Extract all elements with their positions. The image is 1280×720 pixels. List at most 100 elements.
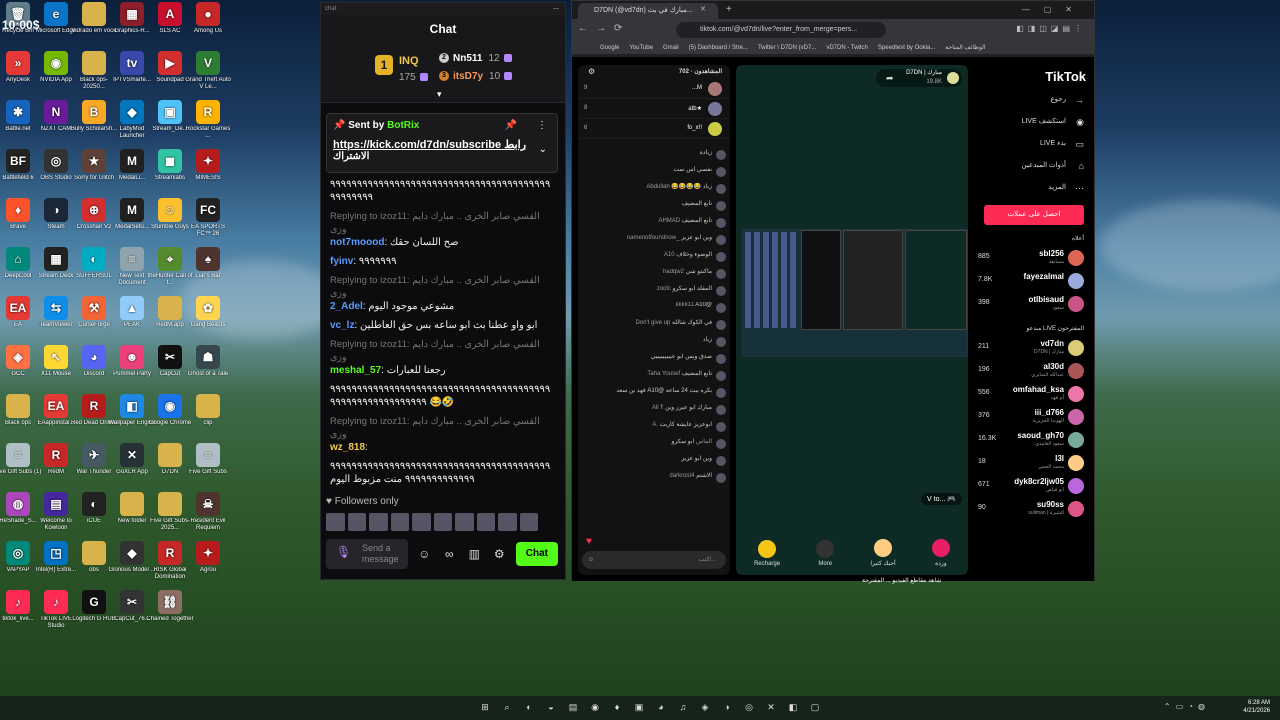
tiktok-chat-user[interactable]: zoolc <box>657 286 671 292</box>
top-viewer-row[interactable]: 8 atb★ <box>578 99 730 119</box>
desktop-icon[interactable]: ☠ Resident Evil Requiem <box>184 492 232 540</box>
avatar[interactable] <box>716 150 726 160</box>
desktop-icon[interactable]: ☗ Ghost of a Tale <box>184 345 232 393</box>
tiktok-logo[interactable]: TikTok <box>976 65 1092 89</box>
bookmark-item[interactable]: الوظائف المتاحة <box>945 41 985 54</box>
earn-coins-button[interactable]: احصل على عملات <box>984 205 1084 225</box>
close-icon[interactable]: — <box>553 3 559 15</box>
taskbar-app-icon[interactable]: ▢ <box>808 700 822 714</box>
taskbar-app-icon[interactable]: ◕ <box>654 700 668 714</box>
desktop-icon[interactable]: ✦ MIMESIS <box>184 149 232 197</box>
message-username[interactable]: 2_Adel <box>330 301 363 312</box>
taskbar-app-icon[interactable]: ◧ <box>786 700 800 714</box>
avatar[interactable] <box>716 388 726 398</box>
tiktok-chat-user[interactable]: namenotfoundnow_ <box>627 235 680 241</box>
bookmark-item[interactable]: (5) Dashboard / Stre... <box>689 41 748 54</box>
avatar[interactable] <box>390 513 409 531</box>
avatar[interactable] <box>716 269 726 279</box>
more-options-icon[interactable]: ⋮ <box>537 120 547 131</box>
taskbar-app-icon[interactable]: ◒ <box>544 700 558 714</box>
avatar[interactable] <box>455 513 474 531</box>
bookmark-item[interactable]: YouTube <box>629 41 653 54</box>
taskbar-app-icon[interactable]: ▤ <box>566 700 580 714</box>
account-row[interactable]: 885 sbl256 مسابقة <box>976 246 1092 269</box>
desktop-icon[interactable]: ● Among Us <box>184 2 232 50</box>
tiktok-chat-user[interactable]: Abdullah <box>646 184 669 190</box>
avatar[interactable] <box>716 252 726 262</box>
desktop-icon[interactable]: ✦ Agrou <box>184 541 232 589</box>
new-tab-icon[interactable]: + <box>726 1 732 19</box>
taskbar-app-icon[interactable]: ⊞ <box>478 700 492 714</box>
account-row[interactable]: 211 vd7dn D7DN | مبارك <box>976 336 1092 359</box>
bookmark-item[interactable]: Speedtest by Ookla... <box>878 41 935 54</box>
avatar[interactable] <box>716 422 726 432</box>
bookmark-item[interactable]: Twitter \ D7DN (vD7... <box>758 41 816 54</box>
share-icon[interactable]: ➦ <box>886 73 894 84</box>
bot-name[interactable]: BotRix <box>387 120 419 131</box>
taskbar-clock[interactable]: 6:28 AM 4/21/2026 <box>1243 699 1270 715</box>
avatar[interactable] <box>716 337 726 347</box>
store-icon[interactable]: ▥ <box>466 547 483 561</box>
tab-tiktok-live[interactable]: D7DN (@vd7dn) مبارك في بث... <box>578 3 718 19</box>
account-row[interactable]: 556 omfahad_ksa أم فهد <box>976 382 1092 405</box>
tiktok-chat-user[interactable]: AHMAD <box>658 218 680 224</box>
taskbar-app-icon[interactable]: ◎ <box>742 700 756 714</box>
emoji-icon[interactable]: ☺ <box>588 551 594 569</box>
avatar[interactable] <box>716 439 726 449</box>
avatar[interactable] <box>716 218 726 228</box>
chevron-down-icon[interactable]: ▾ <box>437 89 442 100</box>
tiktok-chat-user[interactable]: Ali <box>652 405 659 411</box>
taskbar-app-icon[interactable]: ♫ <box>676 700 690 714</box>
avatar[interactable] <box>369 513 388 531</box>
taskbar-app-icon[interactable]: ◑ <box>720 700 734 714</box>
tiktok-chat-user[interactable]: darkrost4 <box>669 473 694 479</box>
avatar[interactable] <box>716 405 726 415</box>
taskbar-app-icon[interactable]: ⌕ <box>500 700 514 714</box>
mic-icon[interactable]: 🎙 <box>336 546 351 558</box>
sidebar-item[interactable]: المزيد ⋯ <box>976 177 1092 199</box>
avatar[interactable] <box>326 513 345 531</box>
close-tab-icon[interactable]: ✕ <box>700 1 706 19</box>
live-badge[interactable]: V to... 🎮 <box>921 493 962 505</box>
tiktok-chat-user[interactable]: A10 <box>664 252 675 258</box>
tiktok-chat-user[interactable]: Don't give up <box>636 320 671 326</box>
unpin-icon[interactable]: 📌 <box>505 120 517 131</box>
desktop-icon[interactable]: V Grand Theft Auto V Le... <box>184 51 232 99</box>
gift-item[interactable]: Recharge <box>754 540 780 567</box>
nav-buttons[interactable]: ←→⟳ <box>578 23 630 34</box>
top-viewer-row[interactable]: 6 fo_x!! <box>578 119 730 139</box>
account-row[interactable]: 376 iii_d766 الهوندا الحزيرية <box>976 405 1092 428</box>
gift-item[interactable]: More <box>816 540 835 567</box>
desktop-icon[interactable]: ♠ Liar's Bar <box>184 247 232 295</box>
avatar[interactable] <box>476 513 495 531</box>
avatar[interactable] <box>716 184 726 194</box>
tiktok-chat-user[interactable]: kkkk11 <box>676 302 694 308</box>
account-row[interactable]: 671 dyk8cr2ljw05 ابو فياض <box>976 474 1092 497</box>
message-username[interactable]: wz_818 <box>330 442 365 453</box>
send-chat-button[interactable]: Chat <box>515 542 558 566</box>
gear-icon[interactable]: ⚙ <box>491 547 508 561</box>
desktop-icon[interactable]: ≡ Five Gift Subs <box>184 443 232 491</box>
leader-1-name[interactable]: INQ <box>399 55 419 67</box>
desktop-icon[interactable]: clip <box>184 394 232 442</box>
taskbar-app-icon[interactable]: ◉ <box>588 700 602 714</box>
gift-item[interactable]: وردة <box>931 539 950 567</box>
desktop-icon[interactable]: R Rockstar Games ... <box>184 100 232 148</box>
leader-3[interactable]: 3 itsD7y 10 <box>439 71 513 82</box>
tiktok-chat-user[interactable]: A. <box>652 422 658 428</box>
message-username[interactable]: fyinv <box>330 256 353 267</box>
bookmark-item[interactable]: vD7DN - Twitch <box>826 41 868 54</box>
account-row[interactable]: 90 su90ss suliman | الشيرة <box>976 497 1092 520</box>
account-row[interactable]: 196 al30d عبدالله الشايري <box>976 359 1092 382</box>
avatar[interactable] <box>716 371 726 381</box>
avatar[interactable] <box>716 167 726 177</box>
account-row[interactable]: 18 l3l محمد الجمي <box>976 451 1092 474</box>
tiktok-chat-user[interactable]: hadqw2 <box>663 269 684 275</box>
account-row[interactable]: 398 otlbisaud سعود <box>976 292 1092 315</box>
chevron-down-icon[interactable]: ⌄ <box>539 144 547 155</box>
avatar[interactable] <box>498 513 517 531</box>
pinned-link[interactable]: https://kick.com/d7dn/subscribe رابط <box>333 138 551 151</box>
live-video[interactable]: D7DN | مبارك 19.8K ➦ V to... 🎮 Recharge M… <box>736 65 968 575</box>
heart-icon[interactable]: ♥ <box>586 536 592 547</box>
pinned-link-url[interactable]: https://kick.com/d7dn/subscribe <box>333 139 501 151</box>
